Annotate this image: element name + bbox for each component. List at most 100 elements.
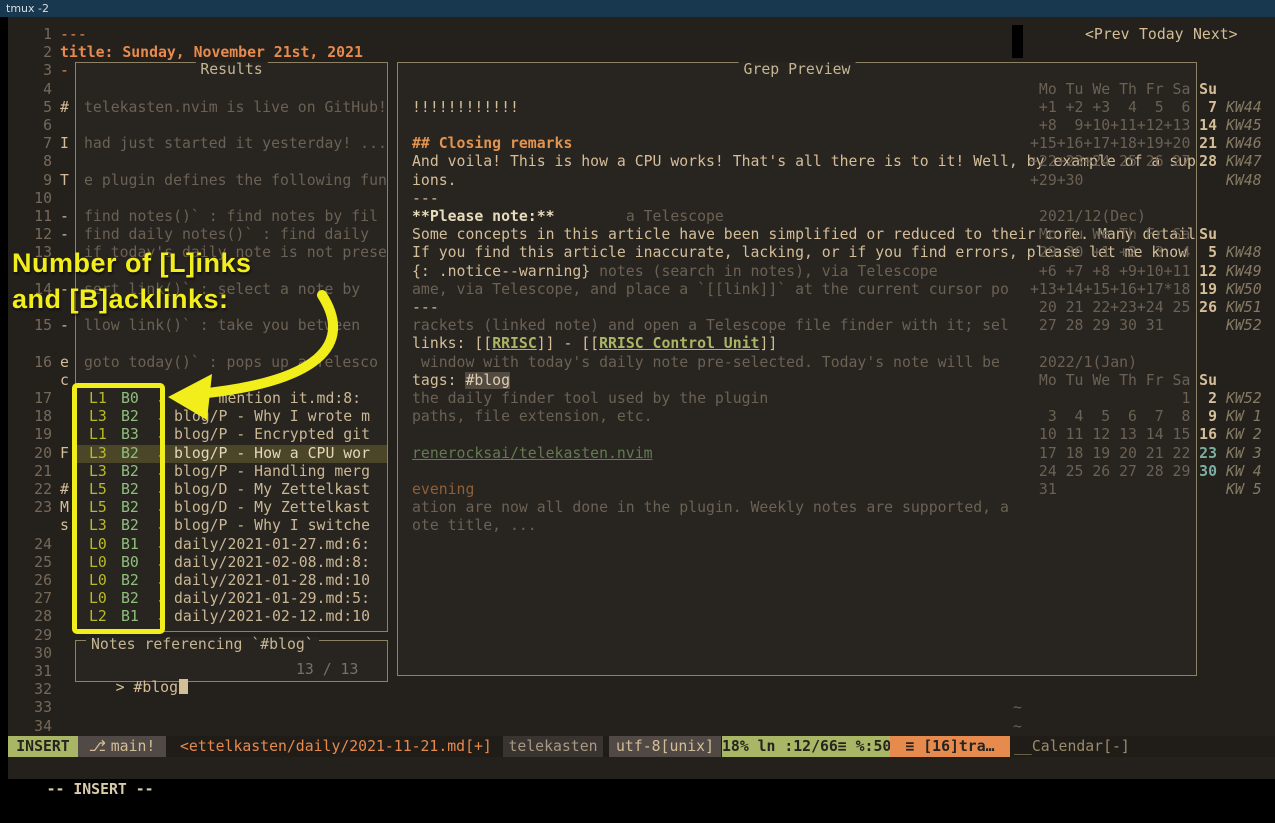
calendar-week-days[interactable]: 3 4 5 6 7 8	[1030, 408, 1190, 426]
calendar-sunday-date[interactable]: 19	[1190, 281, 1217, 299]
result-entry-text: blog/P - Handling merg	[174, 463, 370, 481]
preview-line: links: [[RRISC]] - [[RRISC Control Unit]…	[412, 335, 777, 353]
calendar-sunday-date[interactable]: 26	[1190, 299, 1217, 317]
calendar-today-button[interactable]: Today	[1139, 26, 1184, 44]
calendar-week-number: KW 1	[1226, 408, 1262, 426]
line-number: 26	[26, 572, 52, 590]
calendar-week-days[interactable]: +6 +7 +8 +9+10+11	[1030, 263, 1190, 281]
calendar-sunday-date[interactable]: 2	[1190, 390, 1217, 408]
result-entry-text: blog/D - My Zettelkast	[174, 481, 370, 499]
calendar-sunday-date[interactable]: 12	[1190, 263, 1217, 281]
mode-message: -- INSERT --	[47, 781, 154, 798]
calendar-week-days[interactable]: 17 18 19 20 21 22	[1030, 445, 1190, 463]
results-dim-background-line: had just started it yesterday! ...	[84, 135, 387, 153]
command-line: -- INSERT --	[8, 757, 1275, 779]
calendar-month-label: 2021/12(Dec)	[1039, 208, 1146, 226]
calendar-week-days[interactable]: 29 30 +1 +2 3 4	[1030, 244, 1190, 262]
calendar-week-days[interactable]: 1	[1030, 390, 1190, 408]
preview-line: evening	[412, 481, 474, 499]
preview-text: notes (search in notes), via Telescope	[590, 263, 937, 280]
preview-text: paths, file extension, etc.	[412, 408, 653, 425]
line-number: 22	[26, 481, 52, 499]
results-dim-background-line: telekasten.nvim is live on GitHub!	[84, 99, 387, 117]
preview-text: tags:	[412, 372, 465, 389]
preview-text: rackets (linked note) and open a Telesco…	[412, 317, 1009, 334]
calendar-week-number: KW52	[1226, 390, 1262, 408]
annotation-text-line1: Number of [L]inks	[12, 248, 252, 279]
result-entry-text: blog/P - Encrypted git	[174, 426, 370, 444]
calendar-next-button[interactable]: Next>	[1193, 26, 1238, 44]
preview-line: ote title, ...	[412, 517, 537, 535]
line-number: 21	[26, 463, 52, 481]
calendar-week-number: KW50	[1226, 281, 1262, 299]
line-number: 11	[26, 208, 52, 226]
tag-badge: #blog	[465, 372, 510, 389]
calendar-sunday-date[interactable]: 23	[1190, 445, 1217, 463]
calendar-week-days[interactable]: +1 +2 +3 4 5 6	[1030, 99, 1190, 117]
editor-line: ---	[60, 26, 87, 44]
terminal-titlebar: tmux -2	[0, 0, 1275, 17]
calendar-week-days[interactable]: +22+23+24 25 26 27	[1030, 153, 1190, 171]
calendar-sunday-date[interactable]: 5	[1190, 244, 1217, 262]
line-number: 8	[26, 153, 52, 171]
calendar-week-days[interactable]: 27 28 29 30 31	[1030, 317, 1164, 335]
editor-margin-fragment: -	[60, 208, 69, 226]
calendar-sunday-date[interactable]: 30	[1190, 463, 1217, 481]
line-number: 15	[26, 317, 52, 335]
result-entry-text: blog/D - My Zettelkast	[174, 499, 370, 517]
preview-text: !!!!!!!!!!!!	[412, 99, 519, 116]
preview-text: the daily finder tool used by the plugin	[412, 390, 768, 407]
line-number: 20	[26, 445, 52, 463]
preview-line: ame, via Telescope, and place a `[[link]…	[412, 281, 1009, 299]
calendar-week-days[interactable]: +8 9+10+11+12+13	[1030, 117, 1190, 135]
calendar-sunday-date[interactable]: 14	[1190, 117, 1217, 135]
editor-margin-fragment: #	[60, 99, 69, 117]
calendar-week-days[interactable]: 20 21 22+23+24 25	[1030, 299, 1190, 317]
preview-window-title: Grep Preview	[739, 62, 856, 80]
preview-text: ation are now all done in the plugin. We…	[412, 499, 1009, 516]
preview-text: a Telescope	[555, 208, 724, 225]
calendar-weekday-su: Su	[1190, 81, 1217, 99]
calendar-week-days[interactable]: +13+14+15+16+17*18	[1030, 281, 1190, 299]
preview-line: ## Closing remarks	[412, 135, 572, 153]
calendar-week-days[interactable]: 10 11 12 13 14 15	[1030, 426, 1190, 444]
calendar-sunday-date[interactable]: 16	[1190, 426, 1217, 444]
calendar-sunday-date[interactable]: 21	[1190, 135, 1217, 153]
line-number: 17	[26, 390, 52, 408]
preview-line: !!!!!!!!!!!!	[412, 99, 519, 117]
prompt-input[interactable]: > #blog	[80, 661, 188, 679]
calendar-weekday-header: Mo Tu We Th Fr Sa	[1030, 226, 1190, 244]
line-number: 3	[26, 62, 52, 80]
calendar-window-status: __Calendar[-]	[1014, 736, 1130, 757]
plugin-name-segment: telekasten	[503, 736, 603, 757]
line-number: 6	[26, 117, 52, 135]
result-entry-text: daily/2021-02-08.md:8:	[174, 554, 370, 572]
note-link: RRISC	[492, 335, 537, 352]
line-number: 28	[26, 608, 52, 626]
calendar-sunday-date[interactable]: 7	[1190, 99, 1217, 117]
preview-text: ions.	[412, 172, 457, 189]
calendar-prev-button[interactable]: <Prev	[1085, 26, 1130, 44]
terminal: 1234567891011121314151617181920212223242…	[0, 0, 1275, 786]
file-path: <ettelkasten/daily/2021-11-21.md[+]	[174, 736, 492, 757]
calendar-week-number: KW46	[1226, 135, 1262, 153]
calendar-week-days[interactable]: 31	[1030, 481, 1057, 499]
calendar-week-days[interactable]: +29+30	[1030, 172, 1083, 190]
calendar-month-label: 2022/1(Jan)	[1039, 354, 1137, 372]
calendar-week-days[interactable]: +15+16+17+18+19+20	[1030, 135, 1190, 153]
preview-line: **Please note:** a Telescope	[412, 208, 724, 226]
calendar-week-number: KW47	[1226, 153, 1262, 171]
terminal-title: tmux -2	[6, 2, 49, 15]
calendar-sunday-date[interactable]: 9	[1190, 408, 1217, 426]
calendar-week-days[interactable]: 24 25 26 27 28 29	[1030, 463, 1190, 481]
preview-line: renerocksai/telekasten.nvim	[412, 445, 653, 463]
line-number: 12	[26, 226, 52, 244]
encoding-segment: utf-8[unix]	[609, 736, 721, 757]
line-number: 27	[26, 590, 52, 608]
calendar-weekday-header: Mo Tu We Th Fr Sa	[1030, 372, 1190, 390]
calendar-sunday-date[interactable]: 28	[1190, 153, 1217, 171]
editor-margin-fragment: I	[60, 135, 69, 153]
warning-segment: ≡ [16]tra…	[890, 736, 1010, 757]
line-number: 23	[26, 499, 52, 517]
preview-line: paths, file extension, etc.	[412, 408, 653, 426]
